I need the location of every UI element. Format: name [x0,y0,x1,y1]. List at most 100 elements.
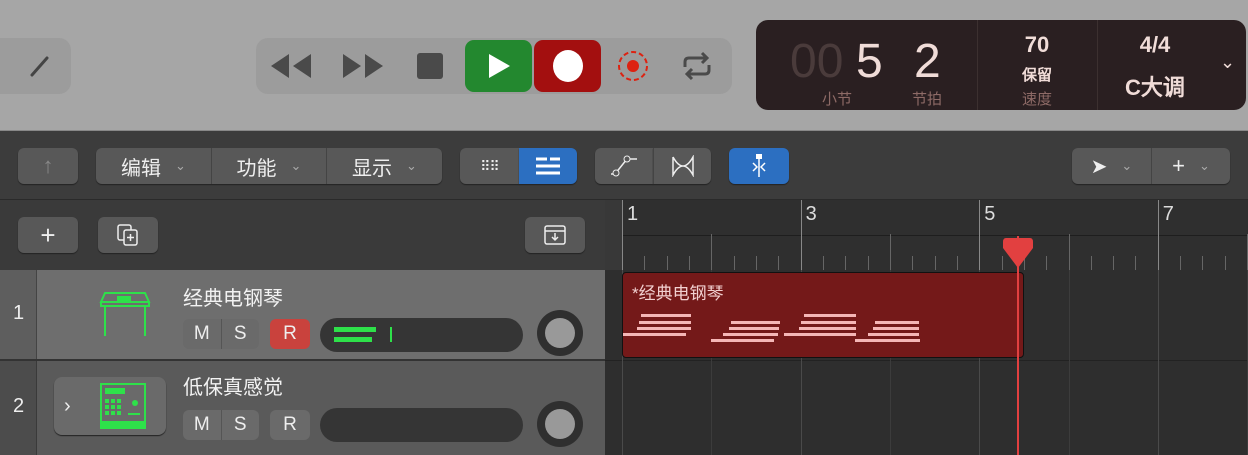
ruler-tick [800,200,802,270]
grid-line [1157,270,1159,455]
midi-region[interactable]: *经典电钢琴 [622,272,1024,358]
ruler-tick [934,256,936,270]
beat-value: 2 [914,35,941,88]
track-header-toolbar: + [0,200,605,270]
midi-notes [623,314,920,342]
grid-icon: ⠿⠿ [480,157,499,174]
rewind-button[interactable] [258,40,324,92]
ruler-tick [845,256,847,270]
drum-machine-icon [100,383,146,429]
view-menu[interactable]: 显示 ⌄ [326,148,442,184]
list-icon [536,157,560,175]
play-button[interactable] [465,40,532,92]
rewind-icon [271,54,311,78]
list-view-button[interactable] [519,148,577,184]
cycle-icon [683,51,711,81]
bar-prefix: 00 [790,35,844,88]
mute-solo-group: MS [183,319,259,349]
ruler-tick [1113,256,1115,270]
bar-value: 5 [856,35,883,88]
up-arrow-icon: ↑ [42,153,54,178]
grid-view-button[interactable]: ⠿⠿ [460,148,519,184]
secondary-tool-menu[interactable]: + ⌄ [1151,148,1230,184]
ruler-tick [1046,256,1048,270]
electric-piano-icon [99,292,151,336]
chevron-down-icon: ⌄ [406,158,417,173]
mute-button[interactable]: M [183,410,221,440]
fast-forward-button[interactable] [330,40,396,92]
ruler-tick [1224,256,1226,270]
snap-button[interactable] [729,148,789,184]
duplicate-track-button[interactable] [98,217,158,253]
back-button[interactable]: ↑ [18,148,78,184]
pointer-icon: ➤ [1090,155,1108,178]
ruler-tick [867,256,869,270]
timeline-ruler[interactable]: 1 3 5 7 [605,200,1248,270]
ruler-tick [822,256,824,270]
volume-slider[interactable] [320,318,797,352]
edit-menu[interactable]: 编辑 ⌄ [96,148,211,184]
chevron-right-icon[interactable]: › [64,395,71,418]
functions-menu[interactable]: 功能 ⌄ [211,148,326,184]
mute-button[interactable]: M [183,319,221,349]
pencil-button[interactable] [0,38,71,94]
ruler-tick [688,256,690,270]
ruler-tick [1180,256,1182,270]
track-row[interactable]: 1 经典电钢琴 MS R [0,270,797,361]
pan-knob[interactable] [537,310,583,356]
ruler-tick [1157,200,1159,270]
track-number: 1 [12,302,25,324]
automation-icon [611,155,637,177]
track-name[interactable]: 经典电钢琴 [183,282,283,311]
pencil-icon [30,56,49,77]
ruler-tick [666,256,668,270]
edit-label: 编辑 [121,157,162,180]
pointer-tool-menu[interactable]: ➤ ⌄ [1072,148,1151,184]
solo-button[interactable]: S [220,319,260,349]
chevron-down-icon: ⌄ [1121,158,1133,173]
ruler-tick [1068,234,1070,270]
play-icon [488,54,510,78]
chevron-down-icon: ⌄ [290,158,302,173]
record-enable-button[interactable]: R [270,319,310,349]
view-label: 显示 [352,157,393,180]
ruler-tick [778,256,780,270]
arrange-area[interactable]: *经典电钢琴 [605,270,1248,455]
bar-label: 小节 [822,91,853,108]
tracks-toolbar: ↑ 编辑 ⌄ 功能 ⌄ 显示 ⌄ ⠿⠿ ➤ ⌄ + ⌄ [0,131,1248,200]
grid-line [1068,270,1070,455]
stop-button[interactable] [397,40,463,92]
add-track-button[interactable]: + [18,217,78,253]
ruler-tick [711,234,713,270]
bar-number: 7 [1162,203,1174,225]
volume-slider[interactable] [320,408,797,442]
chevron-down-icon[interactable]: ⌄ [1220,52,1235,73]
record-enable-button[interactable]: R [270,410,310,440]
ruler-tick [1135,256,1137,270]
playhead-handle-icon[interactable] [1001,236,1035,270]
lcd-display[interactable]: 00 5 2 小节 节拍 70 保留 速度 4/4 C大调 ⌄ [756,20,1246,110]
key-signature: C大调 [1125,75,1185,100]
track-name[interactable]: 低保真感觉 [183,371,283,400]
cycle-button[interactable] [664,40,730,92]
track-row[interactable]: 2 › 低保真感觉 MS R [0,361,797,455]
chevron-down-icon: ⌄ [175,158,186,173]
record-button[interactable] [534,40,601,92]
ruler-tick [755,256,757,270]
capture-record-button[interactable] [600,40,666,92]
ruler-tick [889,234,891,270]
pan-knob[interactable] [537,401,583,447]
automation-button[interactable] [595,148,653,184]
snap-icon [752,154,766,177]
tempo-mode: 保留 [1021,67,1052,84]
ruler-tick [1202,256,1204,270]
chevron-down-icon: ⌄ [1198,158,1210,173]
ruler-tick [733,256,735,270]
solo-button[interactable]: S [220,410,260,440]
ruler-tick [956,256,958,270]
flex-button[interactable] [653,148,711,184]
functions-label: 功能 [236,157,277,180]
level-meter [334,327,376,332]
playhead[interactable] [1003,236,1034,455]
download-button[interactable] [525,217,585,253]
